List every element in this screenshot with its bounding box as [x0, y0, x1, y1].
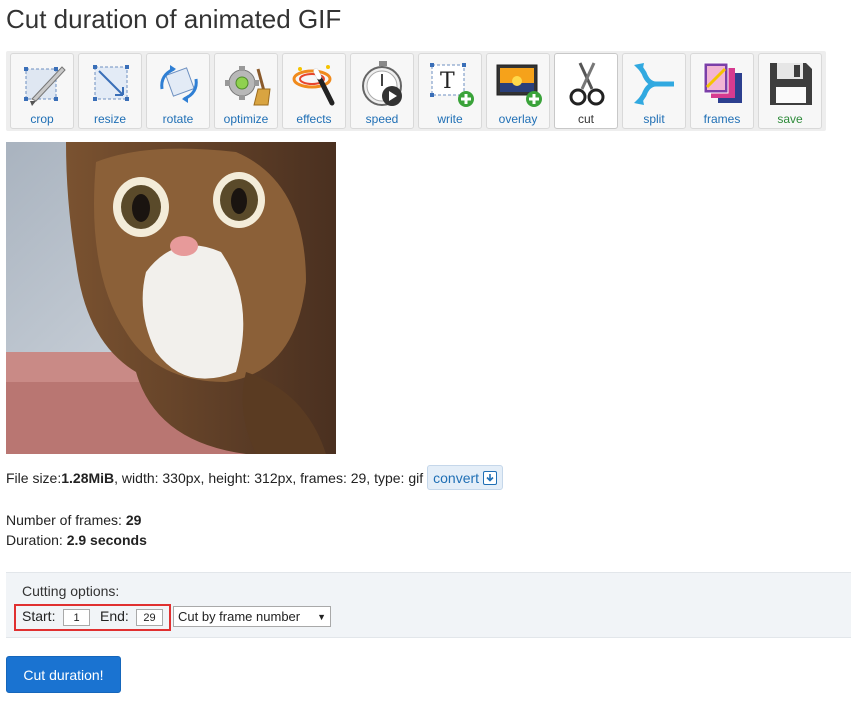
cutting-options-panel: Cutting options: Start: End: Cut by fram… — [6, 572, 851, 638]
optimize-broom-icon — [225, 66, 271, 106]
frames-stack-icon — [703, 62, 742, 103]
tool-save[interactable]: save — [758, 53, 822, 129]
frame-count-value: 29 — [125, 512, 142, 528]
tool-label: resize — [93, 112, 126, 126]
text-add-icon: T — [430, 63, 474, 107]
tool-resize[interactable]: resize — [78, 53, 142, 129]
scissors-icon — [569, 62, 605, 106]
tool-label: write — [437, 112, 463, 126]
page-title: Cut duration of animated GIF — [6, 4, 342, 34]
gif-preview-image — [6, 142, 336, 454]
cut-mode-selected: Cut by frame number — [178, 609, 301, 624]
frame-count-line: Number of frames: 29 — [6, 510, 147, 530]
tool-label: optimize — [223, 112, 269, 126]
duration-line: Duration: 2.9 seconds — [6, 530, 147, 550]
floppy-disk-icon — [770, 63, 812, 105]
download-arrow-icon — [483, 470, 498, 485]
tool-label: effects — [296, 112, 332, 126]
tool-rotate[interactable]: rotate — [146, 53, 210, 129]
duration-value: 2.9 seconds — [66, 532, 147, 548]
tool-label: overlay — [498, 112, 538, 126]
stopwatch-play-icon — [362, 61, 402, 106]
rotate-icon — [160, 65, 198, 103]
cutting-options-title: Cutting options: — [22, 583, 120, 599]
tool-split[interactable]: split — [622, 53, 686, 129]
tool-speed[interactable]: speed — [350, 53, 414, 129]
crop-knife-icon — [24, 66, 66, 106]
start-frame-input[interactable] — [63, 609, 90, 626]
tool-label: crop — [30, 112, 54, 126]
cut-mode-select[interactable]: Cut by frame number ▼ — [173, 606, 331, 627]
convert-button[interactable]: convert — [427, 465, 504, 490]
tool-frames[interactable]: frames — [690, 53, 754, 129]
tool-label: frames — [703, 112, 741, 126]
tool-label: cut — [577, 112, 594, 126]
tool-label: rotate — [162, 112, 194, 126]
cut-duration-button[interactable]: Cut duration! — [6, 656, 121, 693]
end-label: End: — [100, 608, 129, 624]
tool-label: split — [643, 112, 665, 126]
tool-label: save — [777, 112, 803, 126]
resize-icon — [93, 65, 129, 101]
tool-write[interactable]: T write — [418, 53, 482, 129]
tool-cut[interactable]: cut — [554, 53, 618, 129]
file-size-value: 1.28MiB — [61, 469, 115, 486]
tool-effects[interactable]: effects — [282, 53, 346, 129]
frame-count-label: Number of frames: — [6, 512, 126, 528]
tool-label: speed — [365, 112, 399, 126]
tool-optimize[interactable]: optimize — [214, 53, 278, 129]
file-info-line: File size: 1.28MiB , width: 330px, heigh… — [6, 465, 504, 490]
tool-crop[interactable]: crop — [10, 53, 74, 129]
kitten-picture — [6, 142, 336, 454]
start-label: Start: — [22, 608, 56, 624]
end-frame-input[interactable] — [136, 609, 163, 626]
convert-label: convert — [433, 469, 480, 486]
file-size-label: File size: — [6, 469, 62, 486]
split-arrows-icon — [634, 63, 674, 105]
gif-stats: Number of frames: 29 Duration: 2.9 secon… — [6, 510, 147, 550]
image-add-icon — [496, 64, 542, 107]
tool-toolbar: crop resize rotate optimize effects spee… — [6, 51, 826, 131]
caret-down-icon: ▼ — [317, 611, 326, 622]
magic-wand-icon — [292, 65, 335, 106]
tool-overlay[interactable]: overlay — [486, 53, 550, 129]
file-details: , width: 330px, height: 312px, frames: 2… — [114, 469, 424, 486]
duration-label: Duration: — [6, 532, 67, 548]
svg-text:T: T — [440, 69, 455, 94]
